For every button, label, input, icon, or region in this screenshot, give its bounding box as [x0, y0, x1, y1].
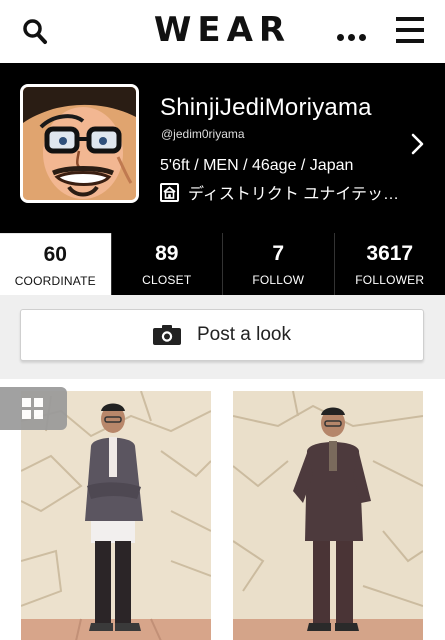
tab-count: 60	[43, 243, 67, 266]
tab-count: 89	[155, 242, 179, 265]
tab-closet[interactable]: 89 CLOSET	[110, 233, 223, 295]
tab-count: 3617	[366, 242, 414, 265]
top-bar: WEAR	[0, 0, 445, 63]
menu-icon[interactable]	[396, 17, 424, 45]
shop-icon	[160, 182, 179, 202]
look-thumbnail[interactable]	[233, 391, 423, 640]
profile-tabs: 60 COORDINATE 89 CLOSET 7 FOLLOW 3617 FO…	[0, 233, 445, 295]
tab-coordinate[interactable]: 60 COORDINATE	[0, 233, 111, 295]
tab-label: FOLLOWER	[355, 273, 425, 287]
profile-username: ShinjiJediMoriyama	[160, 94, 372, 121]
post-a-look-label: Post a look	[197, 324, 291, 345]
profile-shop[interactable]: ディストリクト ユナイテッ…	[160, 180, 399, 204]
tab-count: 7	[272, 242, 285, 265]
post-a-look-button[interactable]: Post a look	[20, 309, 424, 361]
profile-details: 5'6ft / MEN / 46age / Japan	[160, 157, 354, 174]
profile-header[interactable]: ShinjiJediMoriyama @jedim0riyama 5'6ft /…	[0, 63, 445, 233]
tab-follow[interactable]: 7 FOLLOW	[222, 233, 334, 295]
looks-grid	[0, 379, 445, 640]
tab-label: FOLLOW	[252, 273, 305, 287]
more-icon[interactable]	[337, 28, 371, 41]
grid-view-icon[interactable]	[0, 387, 67, 430]
camera-icon	[153, 325, 181, 345]
shop-name: ディストリクト ユナイテッ…	[188, 186, 400, 203]
profile-handle: @jedim0riyama	[161, 127, 245, 141]
tab-label: COORDINATE	[14, 274, 96, 288]
avatar[interactable]	[20, 84, 139, 203]
chevron-right-icon[interactable]	[410, 133, 426, 155]
app-logo[interactable]: WEAR	[0, 10, 445, 50]
tab-follower[interactable]: 3617 FOLLOWER	[333, 233, 445, 295]
tab-label: CLOSET	[142, 273, 192, 287]
post-band: Post a look	[0, 295, 445, 379]
